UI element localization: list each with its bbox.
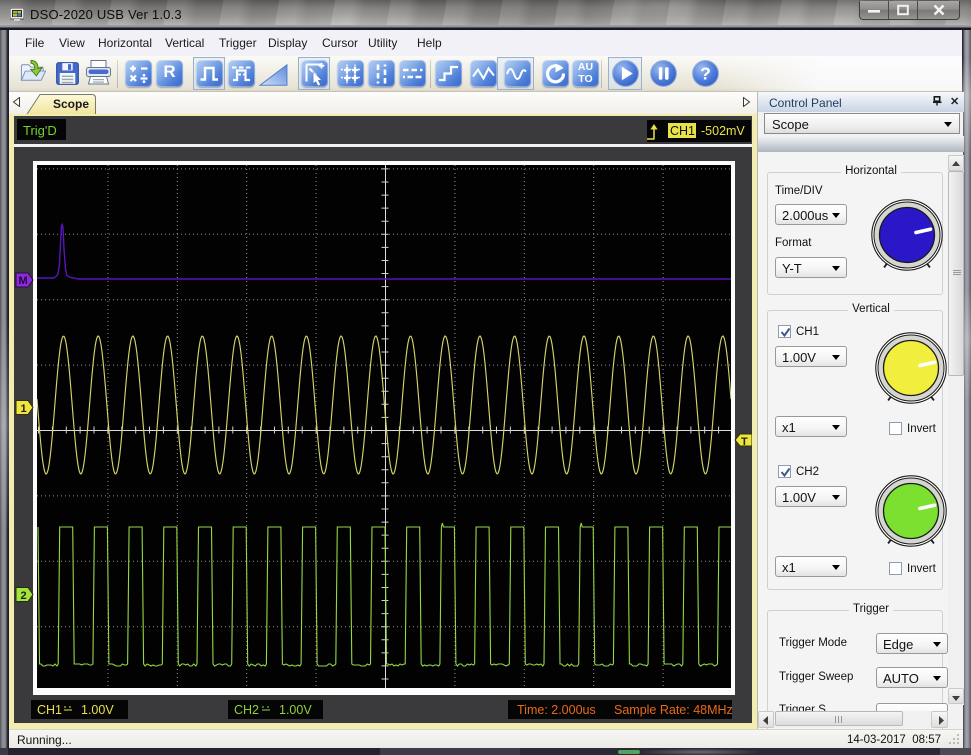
svg-text:CH1: CH1 <box>670 124 695 138</box>
svg-text:CH2: CH2 <box>234 703 259 717</box>
svg-text:Sample Rate: 48MHz: Sample Rate: 48MHz <box>614 703 733 717</box>
svg-text:Time: 2.000us: Time: 2.000us <box>517 703 596 717</box>
svg-text:-502mV: -502mV <box>701 124 745 138</box>
svg-text:1.00V: 1.00V <box>81 703 114 717</box>
svg-text:Trig'D: Trig'D <box>23 123 57 138</box>
svg-text:?: ? <box>700 64 711 84</box>
svg-text:CH1: CH1 <box>37 703 62 717</box>
svg-text:2: 2 <box>21 590 27 602</box>
svg-text:1.00V: 1.00V <box>279 703 312 717</box>
svg-text:M: M <box>19 275 28 287</box>
svg-text:1: 1 <box>21 403 27 415</box>
svg-text:T: T <box>741 436 748 448</box>
